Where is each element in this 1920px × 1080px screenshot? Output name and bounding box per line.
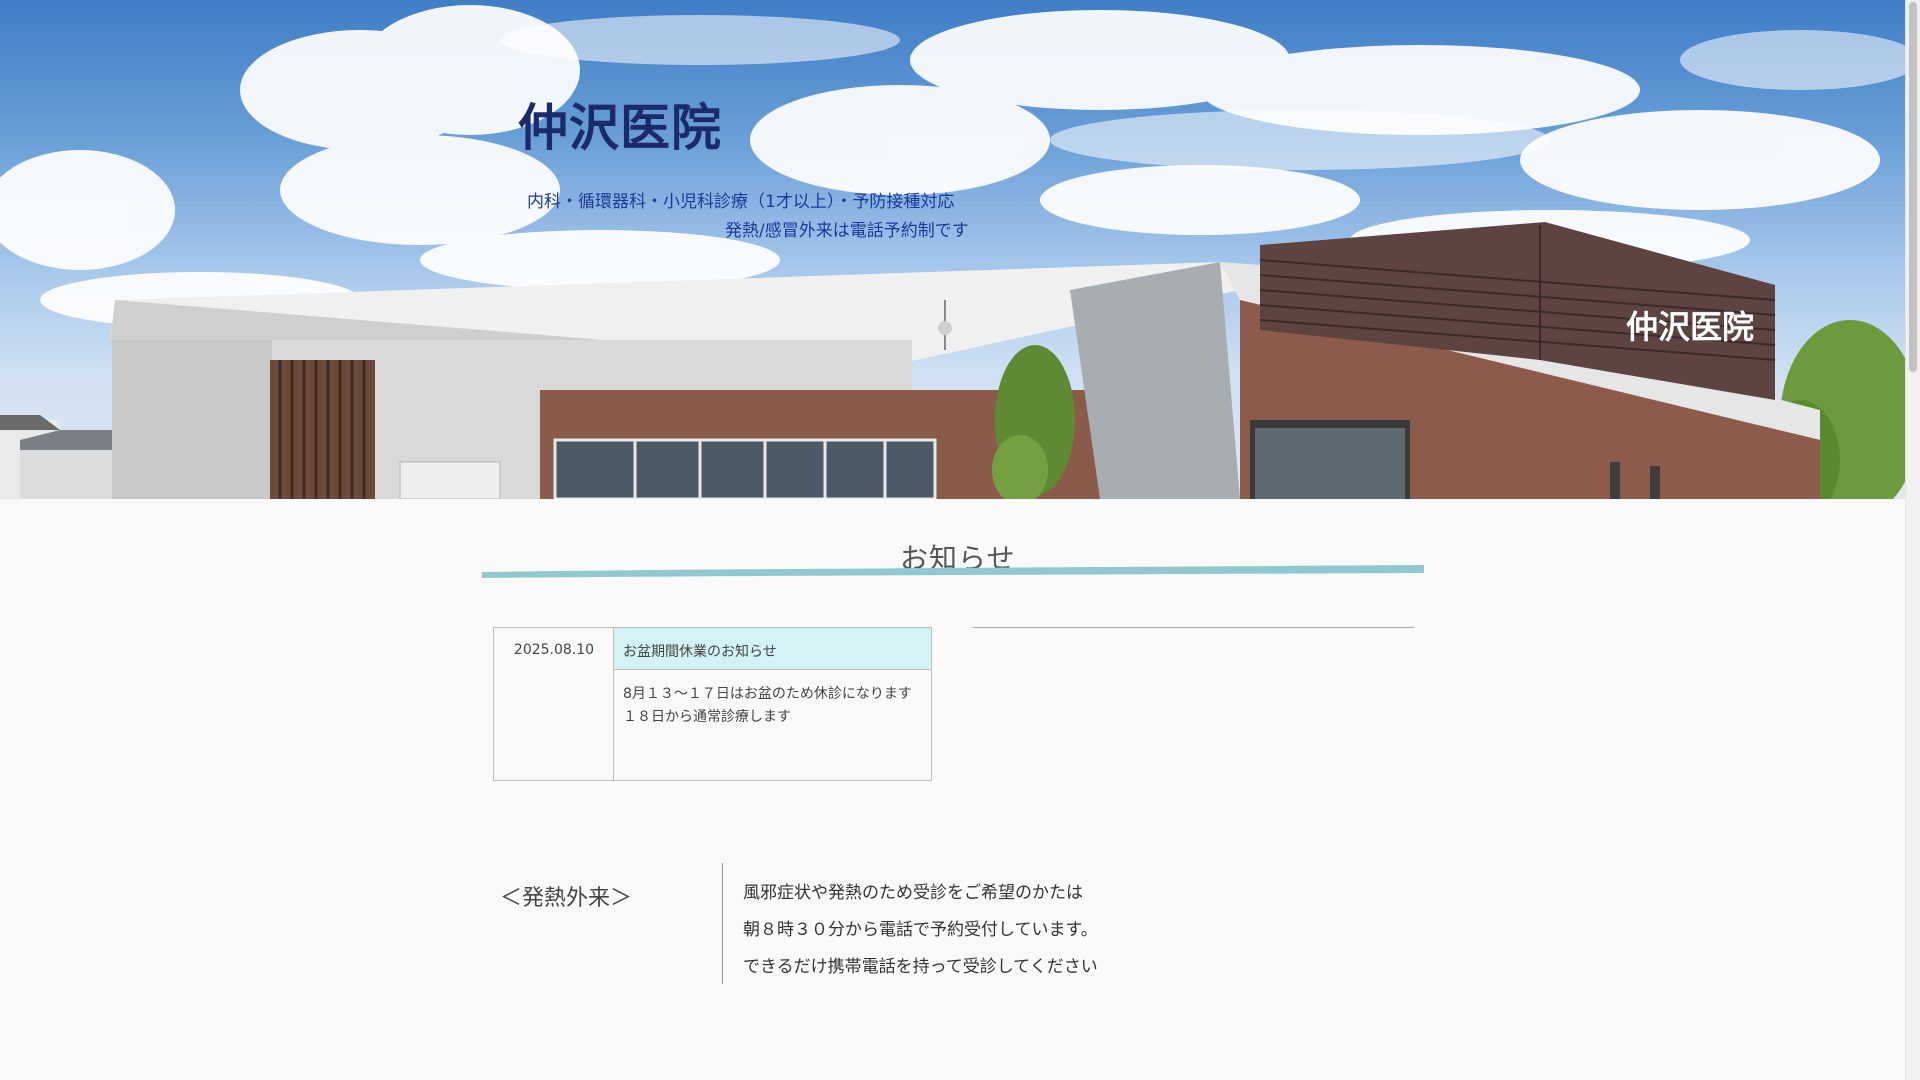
clinic-building-photo: 仲沢医院 xyxy=(0,5,1905,499)
news-date-cell: 2025.08.10 xyxy=(494,628,614,780)
news-title-cell[interactable]: お盆期間休業のお知らせ xyxy=(614,628,931,670)
site-title[interactable]: 仲沢医院 xyxy=(518,88,722,160)
fever-clinic-line: できるだけ携帯電話を持って受診してください xyxy=(743,957,1098,977)
fever-clinic-line: 朝８時３０分から電話で予約受付しています。 xyxy=(743,920,1098,940)
page-scrollbar[interactable] xyxy=(1905,0,1920,1080)
news-date: 2025.08.10 xyxy=(513,642,595,658)
news-list: 2025.08.10 お盆期間休業のお知らせ 8月１３～１７日はお盆のため休診に… xyxy=(493,627,932,781)
heading-underline-brush xyxy=(482,565,1424,578)
tagline-fever-reservation: 発熱/感冒外来は電話予約制です xyxy=(725,221,969,241)
news-title[interactable]: お盆期間休業のお知らせ xyxy=(623,641,777,661)
fever-clinic-label: ＜発熱外来＞ xyxy=(500,886,633,911)
news-body-line: １８日から通常診療します xyxy=(623,709,791,725)
building-sign-text: 仲沢医院 xyxy=(1626,308,1754,346)
hero-banner: 仲沢医院 仲沢医院 内科・循環器科・小児科診療（1才以上）・予防接種対応 発熱/… xyxy=(0,0,1905,499)
side-divider xyxy=(973,627,1414,628)
tagline-departments: 内科・循環器科・小児科診療（1才以上）・予防接種対応 xyxy=(527,192,955,212)
fever-clinic-divider xyxy=(722,863,723,984)
news-body: 8月１３～１７日はお盆のため休診になります １８日から通常診療します xyxy=(623,683,923,729)
fever-clinic-line: 風邪症状や発熱のため受診をご希望のかたは xyxy=(743,883,1083,903)
fever-clinic-text: 風邪症状や発熱のため受診をご希望のかたは 朝８時３０分から電話で予約受付していま… xyxy=(743,875,1098,986)
scrollbar-thumb[interactable] xyxy=(1909,2,1917,372)
news-body-line: 8月１３～１７日はお盆のため休診になります xyxy=(623,686,912,702)
